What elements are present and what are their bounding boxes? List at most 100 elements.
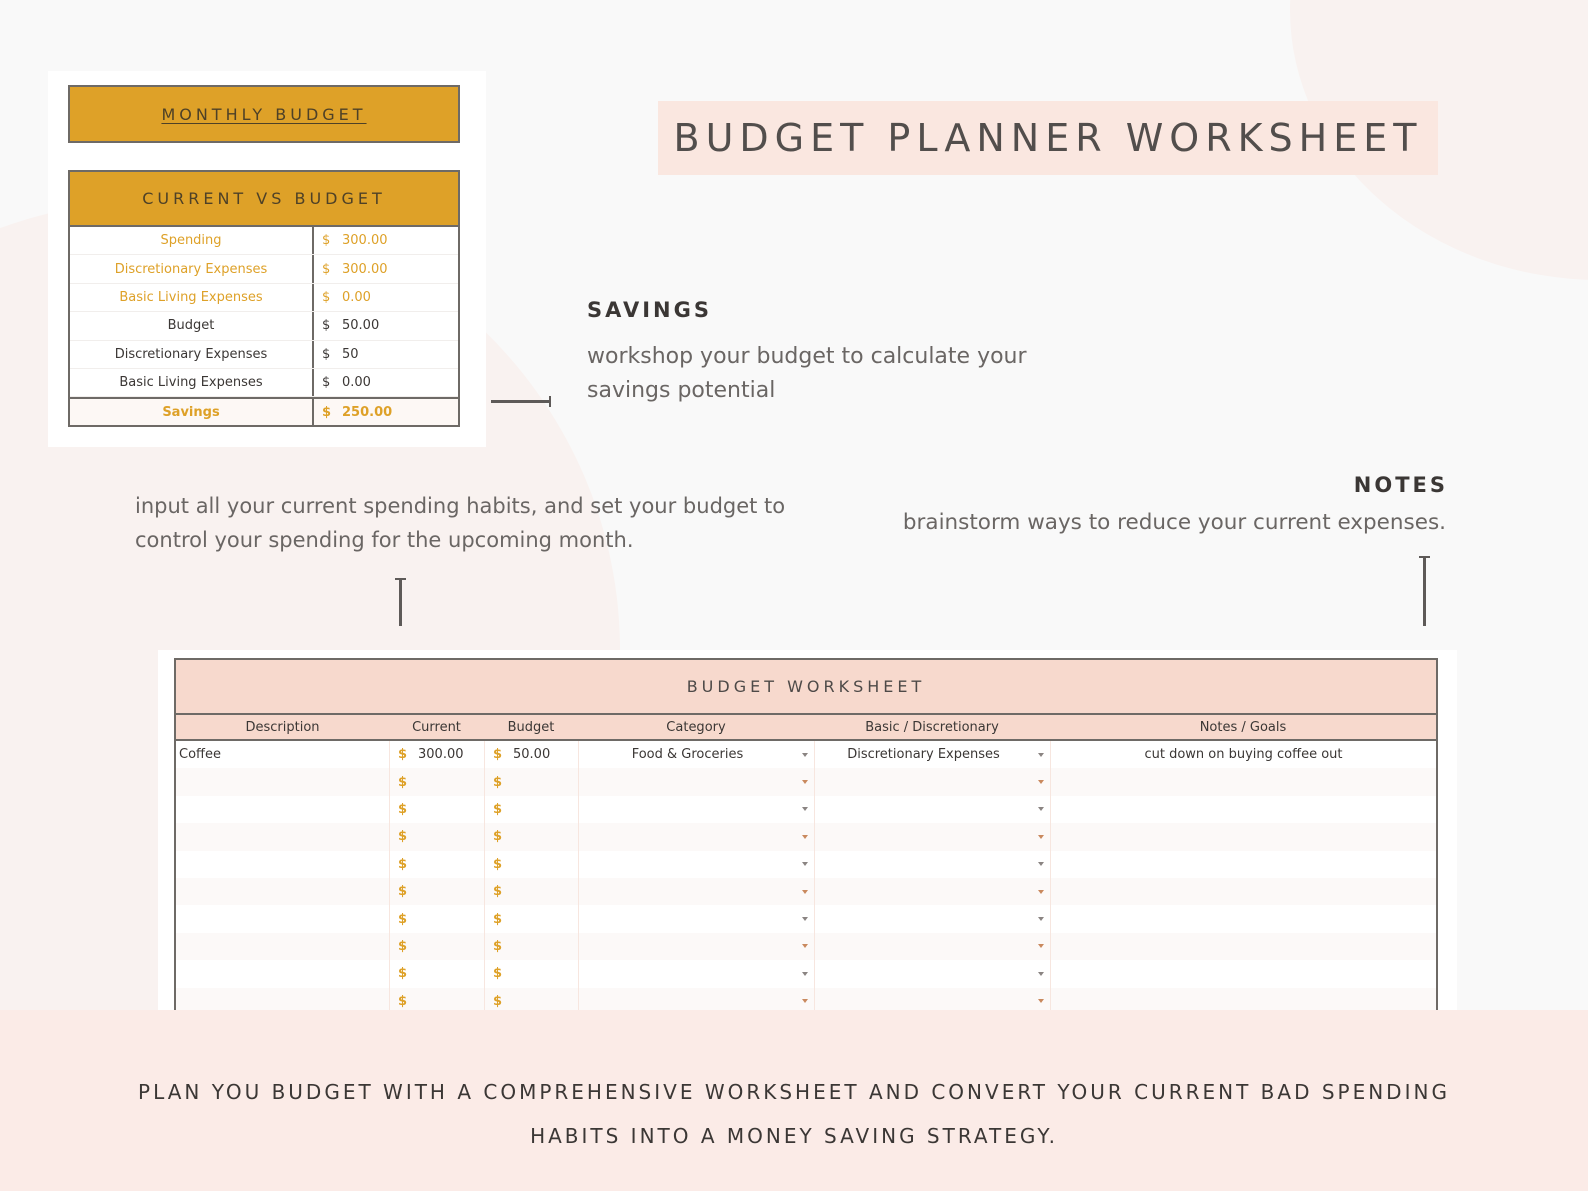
category-dropdown[interactable] [578, 905, 814, 933]
category-dropdown[interactable] [578, 768, 814, 796]
currency-symbol: $ [493, 966, 503, 982]
dropdown-arrow-icon[interactable] [1038, 862, 1044, 867]
page-title: BUDGET PLANNER WORKSHEET [658, 101, 1438, 175]
summary-value-cell: $250.00 [314, 399, 458, 425]
currency-symbol: $ [398, 911, 408, 927]
description-cell[interactable] [176, 851, 389, 878]
notes-cell[interactable] [1050, 932, 1436, 961]
description-cell[interactable] [176, 988, 389, 1010]
currency-symbol: $ [398, 774, 408, 790]
dropdown-arrow-icon[interactable] [802, 780, 808, 785]
budget-cell[interactable]: $ [484, 877, 578, 906]
basic-discretionary-dropdown[interactable] [814, 850, 1050, 878]
category-dropdown[interactable] [578, 960, 814, 988]
category-dropdown[interactable] [578, 850, 814, 878]
category-dropdown[interactable]: Food & Groceries [578, 741, 814, 769]
notes-cell[interactable] [1050, 877, 1436, 906]
basic-discretionary-dropdown[interactable] [814, 987, 1050, 1010]
current-cell[interactable]: $ [389, 932, 484, 961]
dropdown-arrow-icon[interactable] [1038, 999, 1044, 1004]
category-dropdown[interactable] [578, 795, 814, 824]
basic-discretionary-dropdown[interactable] [814, 932, 1050, 961]
notes-cell[interactable] [1050, 905, 1436, 933]
budget-cell[interactable]: $ [484, 960, 578, 988]
notes-heading: NOTES [1353, 473, 1448, 497]
basic-discretionary-dropdown[interactable] [814, 823, 1050, 851]
description-cell[interactable] [176, 960, 389, 987]
dropdown-arrow-icon[interactable] [1038, 834, 1044, 839]
basic-discretionary-dropdown[interactable] [814, 768, 1050, 796]
description-cell[interactable] [176, 823, 389, 850]
dropdown-arrow-icon[interactable] [1038, 780, 1044, 785]
current-cell[interactable]: $300.00 [389, 741, 484, 769]
dropdown-arrow-icon[interactable] [802, 889, 808, 894]
notes-cell[interactable]: cut down on buying coffee out [1050, 741, 1436, 769]
current-cell[interactable]: $ [389, 987, 484, 1010]
connector-line [1419, 556, 1430, 626]
description-cell[interactable] [176, 768, 389, 795]
currency-symbol: $ [398, 801, 408, 817]
budget-cell[interactable]: $ [484, 795, 578, 824]
dropdown-arrow-icon[interactable] [1038, 971, 1044, 976]
category-dropdown[interactable] [578, 877, 814, 906]
budget-cell[interactable]: $50.00 [484, 741, 578, 769]
notes-cell[interactable] [1050, 987, 1436, 1010]
basic-discretionary-dropdown[interactable] [814, 877, 1050, 906]
budget-cell[interactable]: $ [484, 932, 578, 961]
summary-row: Discretionary Expenses $50 [70, 340, 458, 369]
notes-cell[interactable] [1050, 795, 1436, 824]
current-cell[interactable]: $ [389, 795, 484, 824]
notes-cell[interactable] [1050, 768, 1436, 796]
dropdown-arrow-icon[interactable] [1038, 944, 1044, 949]
dropdown-arrow-icon[interactable] [1038, 889, 1044, 894]
budget-cell[interactable]: $ [484, 987, 578, 1010]
summary-value: 0.00 [342, 289, 371, 305]
summary-row: Basic Living Expenses $0.00 [70, 283, 458, 313]
currency-symbol: $ [322, 375, 331, 391]
dropdown-arrow-icon[interactable] [1038, 807, 1044, 812]
dropdown-arrow-icon[interactable] [1038, 917, 1044, 922]
dropdown-arrow-icon[interactable] [802, 834, 808, 839]
summary-value-cell: $300.00 [314, 255, 458, 282]
current-cell[interactable]: $ [389, 960, 484, 988]
budget-cell[interactable]: $ [484, 823, 578, 851]
summary-row: Basic Living Expenses $0.00 [70, 368, 458, 398]
current-cell[interactable]: $ [389, 850, 484, 878]
description-cell[interactable] [176, 878, 389, 905]
description-cell[interactable] [176, 796, 389, 823]
summary-row: Budget $50.00 [70, 312, 458, 341]
category-dropdown[interactable] [578, 823, 814, 851]
currency-symbol: $ [322, 261, 331, 277]
dropdown-arrow-icon[interactable] [802, 807, 808, 812]
dropdown-arrow-icon[interactable] [802, 862, 808, 867]
notes-cell[interactable] [1050, 823, 1436, 851]
column-header-basic-discretionary: Basic / Discretionary [865, 719, 999, 735]
current-cell[interactable]: $ [389, 768, 484, 796]
basic-discretionary-dropdown[interactable] [814, 960, 1050, 988]
currency-symbol: $ [493, 747, 503, 763]
dropdown-arrow-icon[interactable] [1038, 752, 1044, 757]
budget-cell[interactable]: $ [484, 850, 578, 878]
description-cell[interactable] [176, 905, 389, 932]
dropdown-arrow-icon[interactable] [802, 944, 808, 949]
current-cell[interactable]: $ [389, 823, 484, 851]
budget-cell[interactable]: $ [484, 768, 578, 796]
dropdown-arrow-icon[interactable] [802, 971, 808, 976]
description-cell[interactable] [176, 933, 389, 960]
dropdown-arrow-icon[interactable] [802, 999, 808, 1004]
basic-discretionary-dropdown[interactable] [814, 905, 1050, 933]
summary-value: 300.00 [342, 261, 388, 277]
budget-cell[interactable]: $ [484, 905, 578, 933]
description-cell[interactable]: Coffee [176, 741, 389, 768]
current-cell[interactable]: $ [389, 905, 484, 933]
dropdown-arrow-icon[interactable] [802, 917, 808, 922]
current-cell[interactable]: $ [389, 877, 484, 906]
category-dropdown[interactable] [578, 987, 814, 1010]
notes-cell[interactable] [1050, 960, 1436, 988]
column-header-notes-goals: Notes / Goals [1199, 719, 1287, 735]
notes-cell[interactable] [1050, 850, 1436, 878]
basic-discretionary-dropdown[interactable] [814, 795, 1050, 824]
basic-discretionary-dropdown[interactable]: Discretionary Expenses [814, 741, 1050, 769]
category-dropdown[interactable] [578, 932, 814, 961]
dropdown-arrow-icon[interactable] [802, 752, 808, 757]
